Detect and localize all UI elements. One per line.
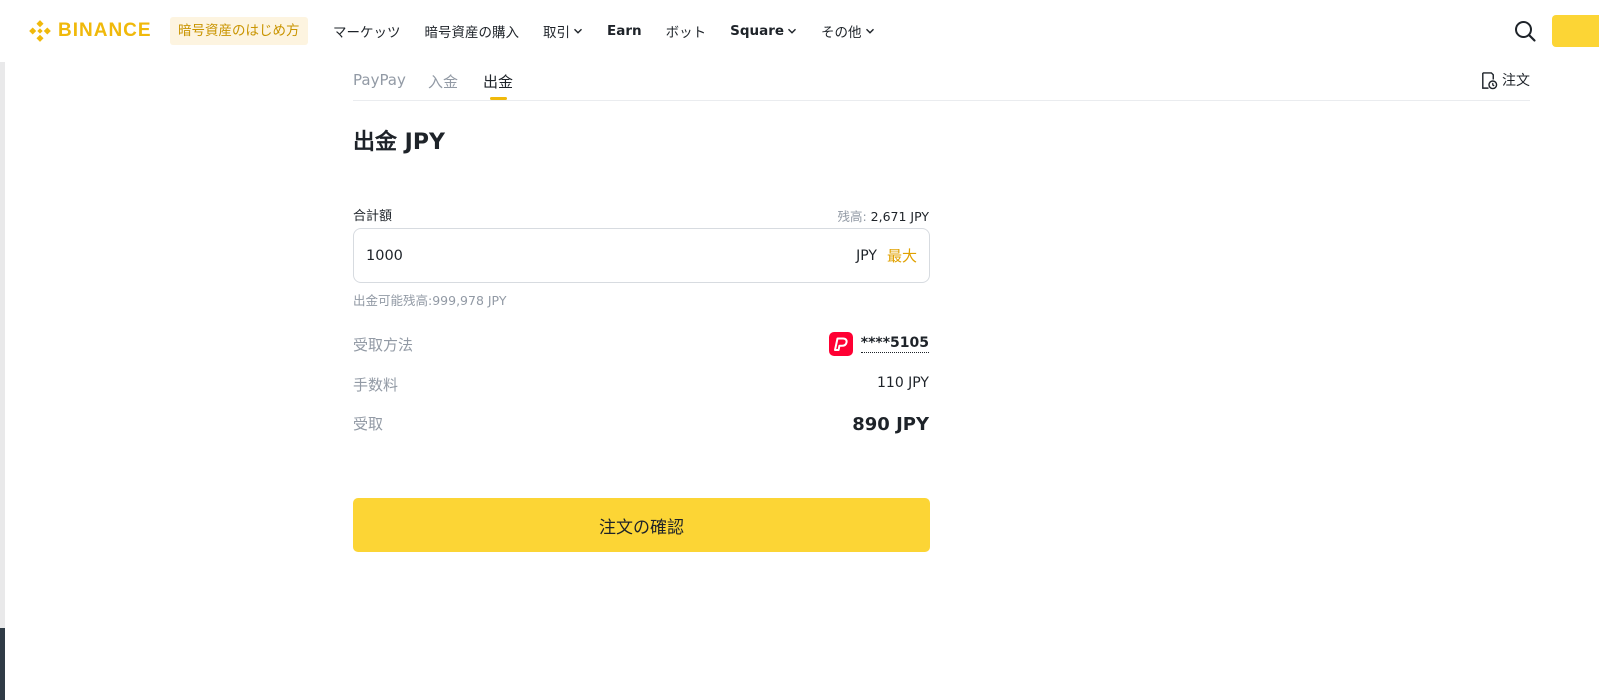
receive-label: 受取 <box>353 415 384 433</box>
binance-logo-icon <box>29 20 51 42</box>
fiat-tabs: PayPay 入金 出金 注文 <box>353 62 1530 101</box>
order-history-icon <box>1482 71 1498 89</box>
nav-square[interactable]: Square <box>730 23 797 39</box>
tab-withdraw[interactable]: 出金 <box>483 71 513 92</box>
nav-buy-crypto[interactable]: 暗号資産の購入 <box>425 21 520 41</box>
window-left-edge <box>0 0 5 700</box>
confirm-order-button[interactable]: 注文の確認 <box>353 498 930 552</box>
nav-trade[interactable]: 取引 <box>543 21 583 41</box>
max-button[interactable]: 最大 <box>887 245 917 266</box>
amount-label: 合計額 <box>353 209 393 224</box>
search-icon[interactable] <box>1513 19 1537 43</box>
balance-value: 2,671 JPY <box>870 209 929 224</box>
payout-method[interactable]: ****5105 <box>828 332 929 356</box>
nav-more[interactable]: その他 <box>821 21 875 41</box>
account-number: ****5105 <box>860 335 929 353</box>
nav-earn-label: Earn <box>607 23 642 39</box>
nav-square-label: Square <box>730 23 785 39</box>
tab-deposit[interactable]: 入金 <box>428 71 458 92</box>
balance-label: 残高: <box>837 209 867 224</box>
nav-trade-label: 取引 <box>543 25 570 41</box>
receive-value: 890 JPY <box>852 414 929 435</box>
fee-value: 110 JPY <box>877 375 929 391</box>
chevron-down-icon <box>865 28 874 34</box>
method-label: 受取方法 <box>353 336 414 354</box>
top-header: BINANCE 暗号資産のはじめ方 マーケッツ 暗号資産の購入 取引 Earn … <box>0 0 1599 62</box>
orders-label: 注文 <box>1502 73 1530 89</box>
tab-paypay[interactable]: PayPay <box>353 71 406 89</box>
window-left-edge-dark <box>0 628 5 700</box>
active-tab-indicator <box>490 97 507 100</box>
amount-field[interactable]: JPY 最大 <box>353 228 930 283</box>
nav-markets[interactable]: マーケッツ <box>333 21 401 41</box>
nav-earn[interactable]: Earn <box>607 23 642 39</box>
main-nav: マーケッツ 暗号資産の購入 取引 Earn ボット Square その他 <box>333 17 899 45</box>
chevron-down-icon <box>574 28 582 34</box>
paypay-icon <box>828 332 853 356</box>
available-balance: 出金可能残高:999,978 JPY <box>353 293 507 308</box>
nav-bot[interactable]: ボット <box>666 21 707 41</box>
nav-buy-crypto-label: 暗号資産の購入 <box>424 25 520 41</box>
header-action-button[interactable] <box>1552 15 1599 47</box>
nav-more-label: その他 <box>821 25 862 41</box>
binance-logo[interactable]: BINANCE <box>28 16 152 46</box>
nav-bot-label: ボット <box>665 25 707 41</box>
balance-display: 残高: 2,671 JPY <box>837 206 929 225</box>
amount-input[interactable] <box>366 247 857 264</box>
chevron-down-icon <box>788 28 797 34</box>
promo-link[interactable]: 暗号資産のはじめ方 <box>170 17 308 45</box>
fee-label: 手数料 <box>353 376 399 394</box>
amount-currency: JPY <box>856 247 877 264</box>
logo-text: BINANCE <box>58 20 152 41</box>
page-title: 出金 JPY <box>353 130 445 155</box>
nav-markets-label: マーケッツ <box>333 25 401 41</box>
orders-link[interactable]: 注文 <box>1479 70 1530 90</box>
